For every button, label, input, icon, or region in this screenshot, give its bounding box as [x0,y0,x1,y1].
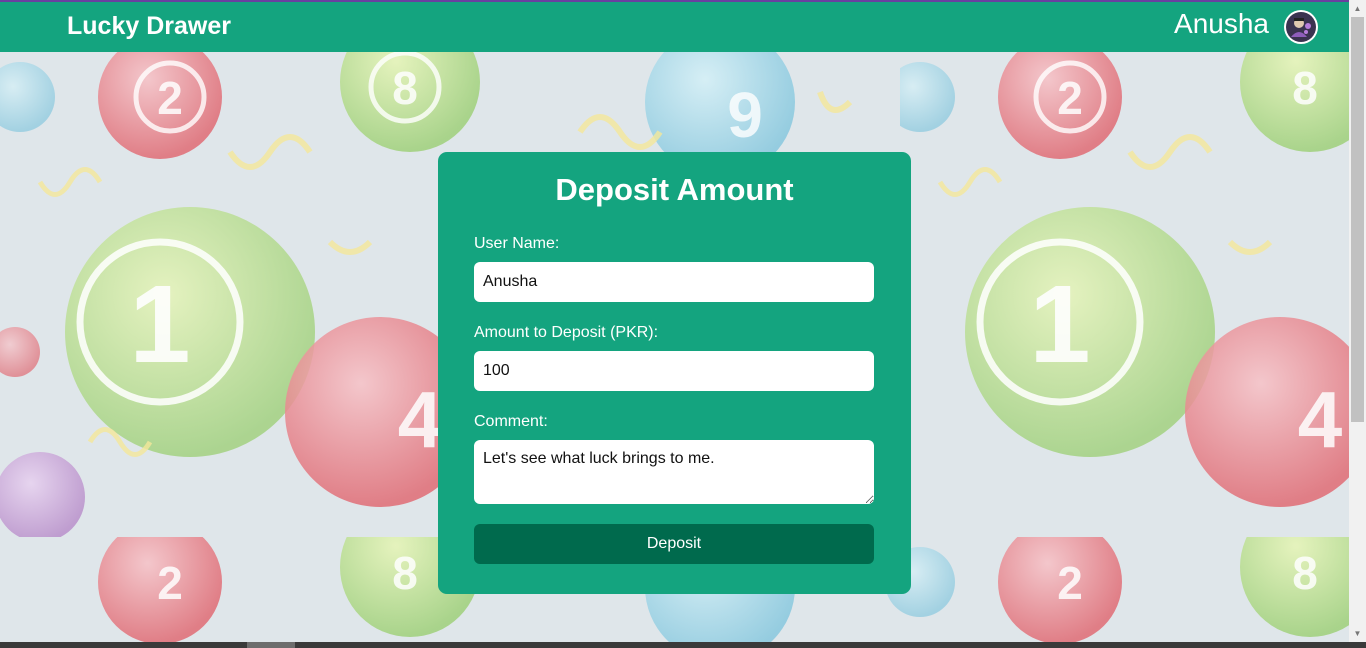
comment-label: Comment: [474,413,548,430]
horizontal-scrollbar[interactable] [0,642,1366,648]
avatar-icon [1286,12,1316,42]
svg-text:1: 1 [1029,263,1090,386]
scroll-up-arrow-icon[interactable]: ▲ [1349,0,1366,17]
deposit-button[interactable]: Deposit [474,524,874,564]
svg-text:2: 2 [157,557,183,609]
amount-input[interactable] [474,351,874,391]
background-tile-right: 2 8 1 4 [900,52,1349,537]
comment-textarea[interactable]: Let's see what luck brings to me. [474,440,874,504]
svg-text:8: 8 [392,62,418,114]
svg-text:8: 8 [392,547,418,599]
navbar-user-name[interactable]: Anusha [1174,8,1269,40]
svg-text:8: 8 [1292,62,1318,114]
deposit-form-card: Deposit Amount User Name: Amount to Depo… [438,152,911,594]
user-avatar[interactable] [1284,10,1318,44]
svg-text:2: 2 [1057,72,1083,124]
user-name-input[interactable] [474,262,874,302]
form-title: Deposit Amount [555,172,794,207]
top-navbar: Lucky Drawer Anusha [0,2,1349,52]
svg-text:2: 2 [157,72,183,124]
horizontal-scrollbar-thumb[interactable] [247,642,295,648]
user-name-label: User Name: [474,235,560,252]
vertical-scrollbar[interactable]: ▲ ▼ [1349,0,1366,642]
svg-text:2: 2 [1057,557,1083,609]
amount-label: Amount to Deposit (PKR): [474,324,659,341]
svg-text:4: 4 [1298,375,1343,464]
svg-text:8: 8 [1292,547,1318,599]
brand-logo-text[interactable]: Lucky Drawer [67,12,231,41]
svg-text:9: 9 [727,79,763,151]
svg-text:4: 4 [398,375,443,464]
svg-text:1: 1 [129,263,190,386]
scroll-down-arrow-icon[interactable]: ▼ [1349,625,1366,642]
scrollbar-thumb[interactable] [1351,17,1364,422]
